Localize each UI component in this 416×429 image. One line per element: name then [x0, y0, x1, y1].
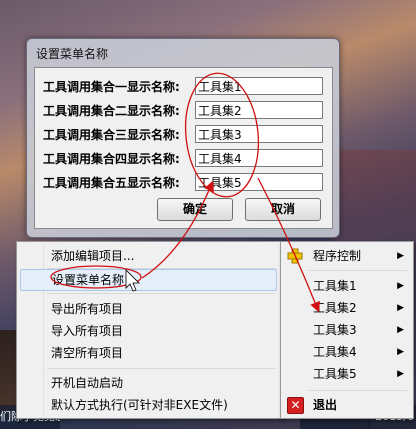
- menu-item-clear-all[interactable]: 清空所有项目: [20, 342, 277, 364]
- menu-item-import-all[interactable]: 导入所有项目: [20, 320, 277, 342]
- menu-item-export-all[interactable]: 导出所有项目: [20, 298, 277, 320]
- toolset-2-label: 工具集2: [313, 301, 357, 315]
- cancel-button[interactable]: 取消: [245, 198, 321, 221]
- field-row-3: 工具调用集合三显示名称: 工具集3: [43, 124, 323, 144]
- plus-icon: [287, 248, 303, 264]
- field-row-5: 工具调用集合五显示名称: 工具集5: [43, 172, 323, 192]
- menu-item-default-execute[interactable]: 默认方式执行(可针对非EXE文件): [20, 394, 277, 416]
- exit-label: 退出: [313, 398, 338, 412]
- toolset-3-name-input[interactable]: 工具集3: [195, 125, 323, 143]
- ok-button[interactable]: 确定: [157, 198, 233, 221]
- menu-item-autostart[interactable]: 开机自动启动: [20, 372, 277, 394]
- field-row-2: 工具调用集合二显示名称: 工具集2: [43, 100, 323, 120]
- menu-item-toolset-2[interactable]: 工具集2 ▶: [283, 297, 410, 319]
- program-control-label: 程序控制: [313, 249, 362, 263]
- submenu-arrow-icon: ▶: [397, 325, 404, 335]
- menu-separator: [47, 293, 275, 294]
- field-label-2: 工具调用集合二显示名称:: [43, 103, 180, 118]
- menu-item-program-control[interactable]: 程序控制 ▶: [283, 245, 410, 267]
- toolset-1-name-input[interactable]: 工具集1: [195, 77, 323, 95]
- toolset-5-name-input[interactable]: 工具集5: [195, 173, 323, 191]
- tray-context-menu: 添加编辑项目... 设置菜单名称 导出所有项目 导入所有项目 清空所有项目 开机…: [16, 241, 283, 419]
- toolset-4-label: 工具集4: [313, 345, 357, 359]
- menu-item-set-menu-name[interactable]: 设置菜单名称: [20, 269, 277, 291]
- menu-item-toolset-5[interactable]: 工具集5 ▶: [283, 363, 410, 385]
- field-label-5: 工具调用集合五显示名称:: [43, 175, 180, 190]
- menu-item-toolset-4[interactable]: 工具集4 ▶: [283, 341, 410, 363]
- close-icon: ✕: [287, 397, 304, 414]
- toolset-5-label: 工具集5: [313, 367, 357, 381]
- toolset-1-label: 工具集1: [313, 279, 357, 293]
- submenu-arrow-icon: ▶: [397, 281, 404, 291]
- submenu-arrow-icon: ▶: [397, 347, 404, 357]
- menu-item-exit[interactable]: ✕ 退出: [283, 394, 410, 416]
- toolset-2-name-input[interactable]: 工具集2: [195, 101, 323, 119]
- field-row-1: 工具调用集合一显示名称: 工具集1: [43, 76, 323, 96]
- menu-separator: [309, 270, 407, 271]
- menu-separator: [47, 368, 275, 369]
- menu-item-toolset-1[interactable]: 工具集1 ▶: [283, 275, 410, 297]
- field-row-4: 工具调用集合四显示名称: 工具集4: [43, 148, 323, 168]
- submenu-arrow-icon: ▶: [397, 251, 404, 261]
- set-menu-name-dialog: 设置菜单名称 工具调用集合一显示名称: 工具集1 工具调用集合二显示名称: 工具…: [26, 38, 340, 238]
- field-label-4: 工具调用集合四显示名称:: [43, 151, 180, 166]
- field-label-3: 工具调用集合三显示名称:: [43, 127, 180, 142]
- dialog-body: 工具调用集合一显示名称: 工具集1 工具调用集合二显示名称: 工具集2 工具调用…: [34, 67, 333, 229]
- menu-separator: [309, 390, 407, 391]
- toolset-3-label: 工具集3: [313, 323, 357, 337]
- submenu-arrow-icon: ▶: [397, 303, 404, 313]
- menu-item-add-edit[interactable]: 添加编辑项目...: [20, 245, 277, 267]
- field-label-1: 工具调用集合一显示名称:: [43, 79, 180, 94]
- menu-item-toolset-3[interactable]: 工具集3 ▶: [283, 319, 410, 341]
- submenu-arrow-icon: ▶: [397, 369, 404, 379]
- toolset-4-name-input[interactable]: 工具集4: [195, 149, 323, 167]
- dialog-title: 设置菜单名称: [36, 47, 109, 61]
- tray-main-menu: 程序控制 ▶ 工具集1 ▶ 工具集2 ▶ 工具集3 ▶ 工具集4 ▶ 工具集5 …: [280, 241, 414, 419]
